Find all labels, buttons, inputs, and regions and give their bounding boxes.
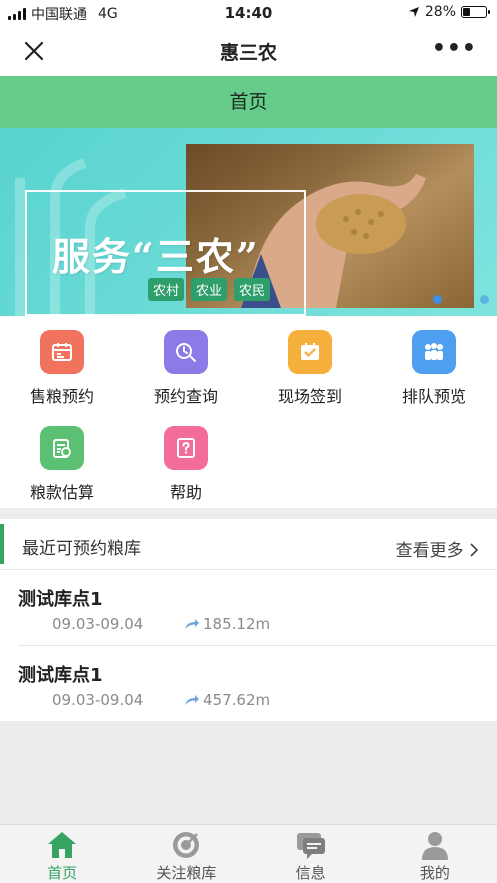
booking-date-range: 09.03-09.04 xyxy=(52,691,144,709)
menu-item-payment-estimate[interactable]: 粮款估算 xyxy=(0,426,124,503)
clock-search-icon xyxy=(164,330,208,374)
menu-item-queue-preview[interactable]: 排队预览 xyxy=(372,330,496,407)
user-icon xyxy=(373,830,497,860)
battery-fill xyxy=(463,8,470,16)
tab-home[interactable]: 首页 xyxy=(0,825,124,883)
list-item[interactable]: 测试库点1 09.03-09.04 185.12m xyxy=(18,570,497,646)
menu-label: 粮款估算 xyxy=(29,483,94,502)
carousel-indicator xyxy=(433,295,489,304)
chevron-right-icon xyxy=(470,543,479,557)
section-title: 最近可预约粮库 xyxy=(22,539,141,559)
recent-granaries-section: 最近可预约粮库 查看更多 测试库点1 09.03-09.04 185.12m 测… xyxy=(0,519,497,721)
nav-bar: 惠三农 ••• xyxy=(0,26,497,76)
distance-value: 457.62m xyxy=(203,691,271,709)
menu-label: 排队预览 xyxy=(401,387,466,406)
menu-label: 帮助 xyxy=(169,483,202,502)
menu-label: 现场签到 xyxy=(277,387,342,406)
banner-carousel[interactable]: 服务“三农” 农村 农业 农民 xyxy=(0,128,497,316)
calculator-icon xyxy=(40,426,84,470)
carousel-dot-active[interactable] xyxy=(433,295,442,304)
tab-label: 我的 xyxy=(419,864,450,882)
banner-tag: 农村 xyxy=(148,278,185,301)
direction-arrow-icon xyxy=(185,695,199,705)
distance-value: 185.12m xyxy=(203,615,271,633)
banner-tags: 农村 农业 农民 xyxy=(148,278,271,301)
bottom-tab-bar: 首页 关注粮库 信息 我的 xyxy=(0,824,497,883)
tab-label: 首页 xyxy=(47,864,78,882)
tab-label: 信息 xyxy=(295,864,326,882)
booking-date-range: 09.03-09.04 xyxy=(52,615,144,633)
menu-item-booking-query[interactable]: 预约查询 xyxy=(124,330,248,407)
location-arrow-icon xyxy=(408,7,419,17)
home-icon xyxy=(0,830,124,860)
target-icon xyxy=(124,830,248,860)
banner-slogan: 服务“三农” xyxy=(52,234,260,279)
direction-arrow-icon xyxy=(185,619,199,629)
section-header: 最近可预约粮库 查看更多 xyxy=(0,519,497,570)
message-icon xyxy=(249,830,373,860)
tab-profile[interactable]: 我的 xyxy=(373,825,497,883)
menu-label: 售粮预约 xyxy=(29,387,94,406)
view-more-label: 查看更多 xyxy=(395,541,464,561)
section-accent-bar xyxy=(0,524,4,564)
granary-name: 测试库点1 xyxy=(18,589,103,610)
banner-tag: 农民 xyxy=(234,278,271,301)
tab-messages[interactable]: 信息 xyxy=(249,825,373,883)
checkin-icon xyxy=(288,330,332,374)
distance: 185.12m xyxy=(184,615,270,633)
page-title: 首页 xyxy=(0,76,497,128)
distance: 457.62m xyxy=(184,691,270,709)
function-menu: 售粮预约 预约查询 现场签到 排队预览 粮款估算 帮助 xyxy=(0,316,497,508)
menu-item-grain-booking[interactable]: 售粮预约 xyxy=(0,330,124,407)
help-icon xyxy=(164,426,208,470)
granary-name: 测试库点1 xyxy=(18,665,103,686)
battery-label: 28% xyxy=(424,4,456,20)
status-right: 28% xyxy=(408,4,490,20)
menu-item-help[interactable]: 帮助 xyxy=(124,426,248,503)
menu-label: 预约查询 xyxy=(153,387,218,406)
battery-icon xyxy=(461,6,490,18)
app-title: 惠三农 xyxy=(219,42,277,64)
carousel-dot[interactable] xyxy=(480,295,489,304)
queue-people-icon xyxy=(412,330,456,374)
tab-label: 关注粮库 xyxy=(156,864,217,882)
view-more-link[interactable]: 查看更多 xyxy=(396,536,479,561)
menu-item-checkin[interactable]: 现场签到 xyxy=(248,330,372,407)
more-icon[interactable]: ••• xyxy=(432,38,477,60)
tab-followed-granaries[interactable]: 关注粮库 xyxy=(124,825,248,883)
banner-tag: 农业 xyxy=(191,278,228,301)
list-item[interactable]: 测试库点1 09.03-09.04 457.62m xyxy=(18,646,497,722)
status-bar: 中国联通 4G 14:40 28% xyxy=(0,0,497,26)
calendar-icon xyxy=(40,330,84,374)
